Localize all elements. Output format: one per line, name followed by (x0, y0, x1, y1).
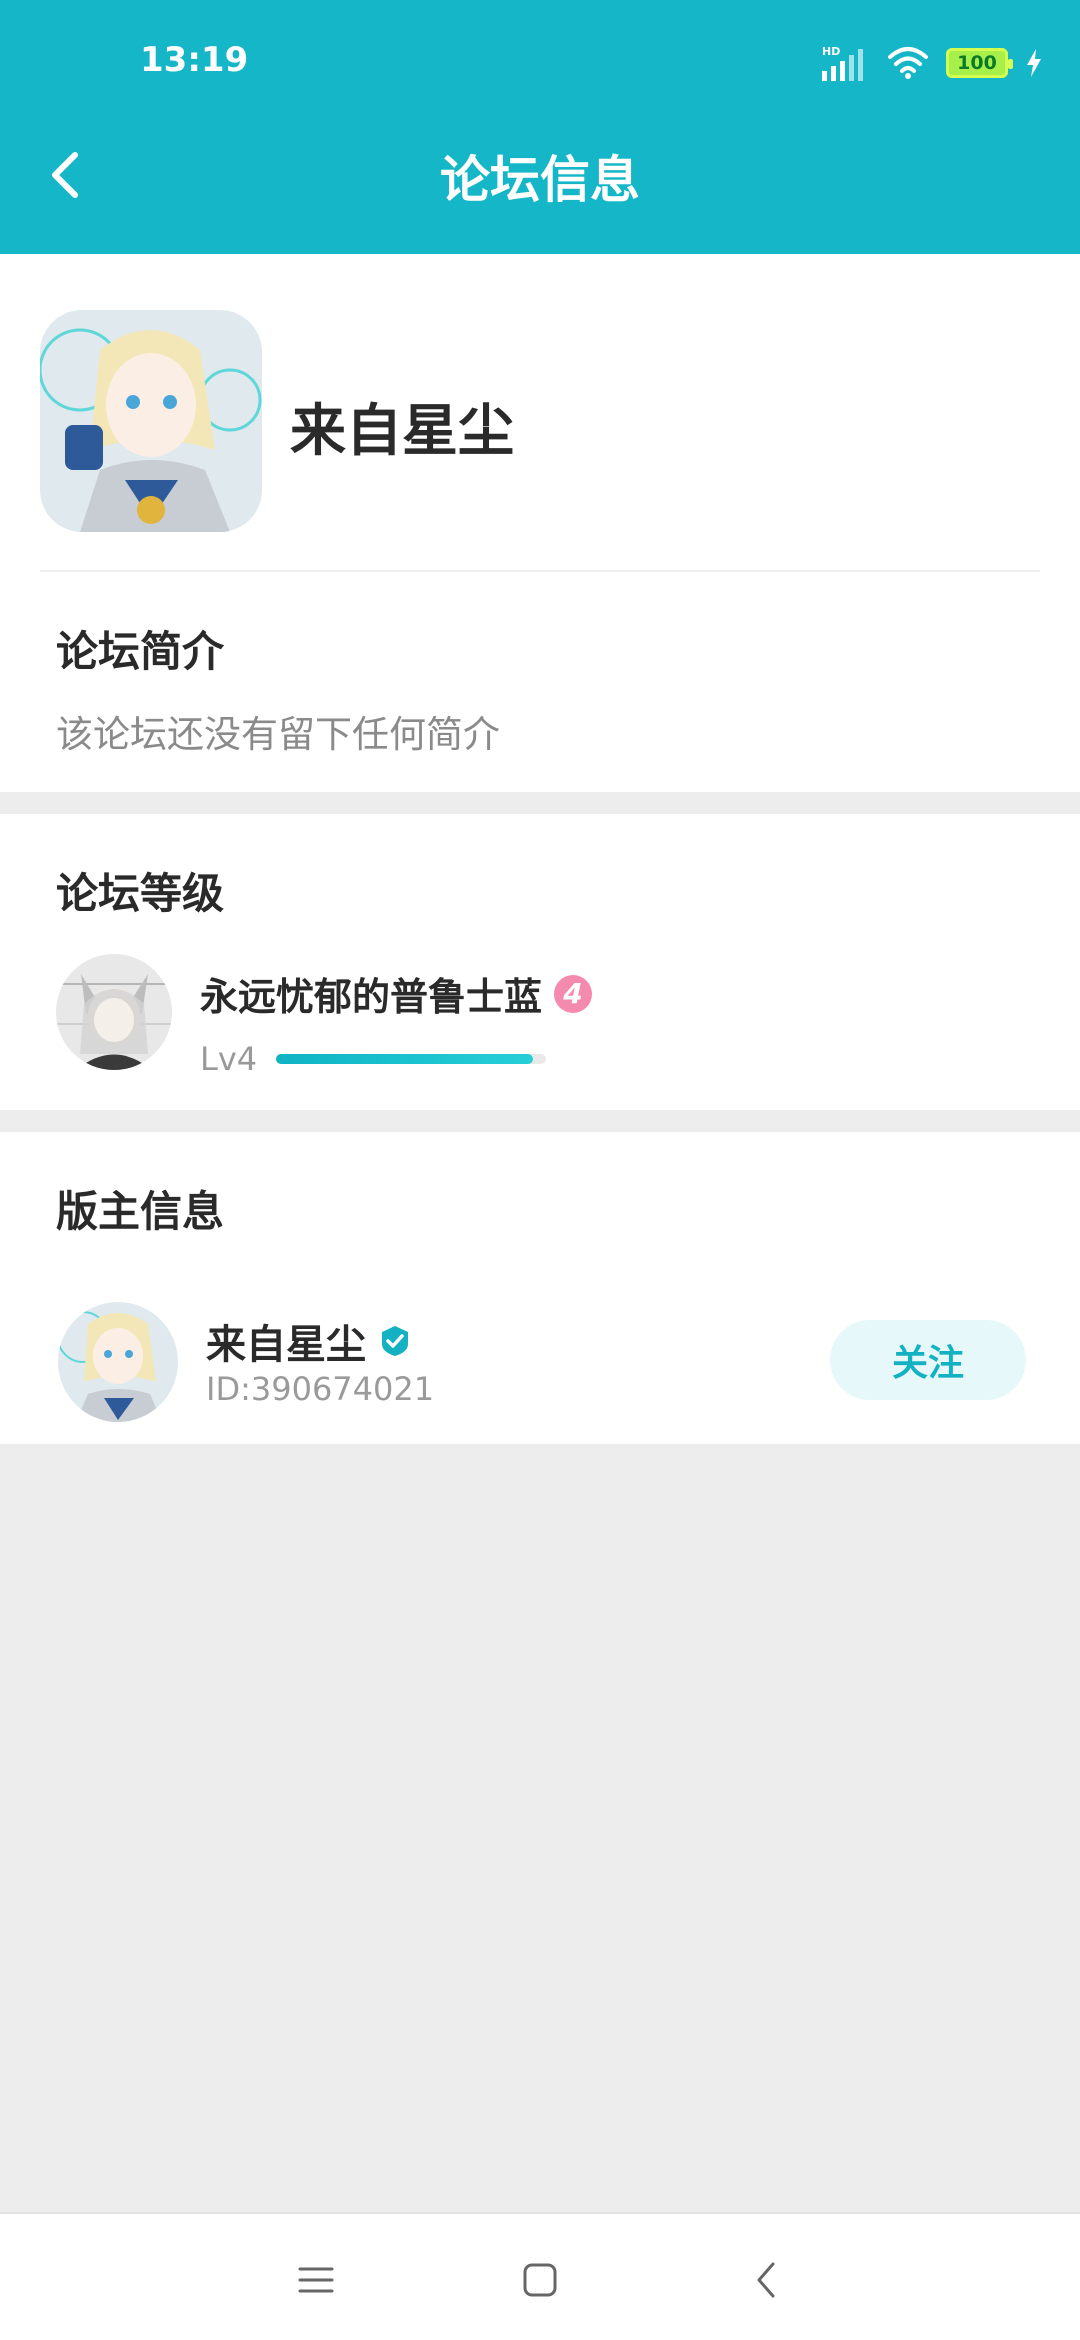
wifi-icon (888, 47, 928, 79)
level-progress-bar (276, 1054, 546, 1064)
app-header: 13:19 HD 100 论坛信息 (0, 0, 1080, 254)
svg-text:HD: HD (822, 45, 840, 58)
moderator-name: 来自星尘 (206, 1312, 412, 1370)
level-user-name: 永远忧郁的普鲁士蓝 4 (200, 966, 593, 1021)
level-badge: 4 (554, 974, 593, 1013)
forum-avatar[interactable] (40, 310, 262, 532)
verified-icon (382, 1326, 408, 1356)
intro-heading: 论坛简介 (56, 627, 225, 676)
follow-button[interactable]: 关注 (830, 1320, 1026, 1400)
level-user-name-text: 永远忧郁的普鲁士蓝 (200, 975, 543, 1019)
level-section: 论坛等级 永远忧郁的普鲁士蓝 4 Lv4 (0, 814, 1080, 1110)
nav-back-button[interactable] (726, 2240, 806, 2320)
battery-icon: 100 (946, 48, 1013, 78)
forum-name: 来自星尘 (290, 399, 514, 464)
page-title: 论坛信息 (440, 151, 640, 209)
divider (40, 570, 1040, 572)
status-time: 13:19 (140, 40, 249, 80)
charging-icon (1027, 49, 1041, 77)
menu-button[interactable] (276, 2240, 356, 2320)
home-button[interactable] (500, 2240, 580, 2320)
moderator-avatar[interactable] (58, 1302, 178, 1422)
system-nav-bar (0, 2212, 1080, 2340)
home-square-icon (523, 2263, 557, 2297)
user-avatar-image (56, 954, 172, 1070)
status-icons: HD 100 (820, 38, 1044, 88)
signal-icon: HD (822, 45, 863, 81)
moderator-section: 版主信息 来自星尘 ID:390674021 关注 (0, 1132, 1080, 1444)
moderator-heading: 版主信息 (56, 1187, 225, 1236)
battery-level: 100 (957, 52, 997, 74)
moderator-name-text: 来自星尘 (206, 1322, 366, 1368)
menu-icon (298, 2267, 334, 2293)
user-avatar[interactable] (56, 954, 172, 1070)
forum-avatar-image (40, 310, 262, 532)
level-label: Lv4 (200, 1040, 258, 1078)
level-progress-fill (276, 1054, 533, 1064)
forum-info-section: 来自星尘 论坛简介 该论坛还没有留下任何简介 (0, 254, 1080, 792)
back-chevron-icon (757, 2262, 775, 2298)
level-heading: 论坛等级 (56, 869, 225, 918)
moderator-id: ID:390674021 (206, 1370, 435, 1408)
intro-text: 该论坛还没有留下任何简介 (56, 713, 500, 756)
moderator-avatar-image (58, 1302, 178, 1422)
